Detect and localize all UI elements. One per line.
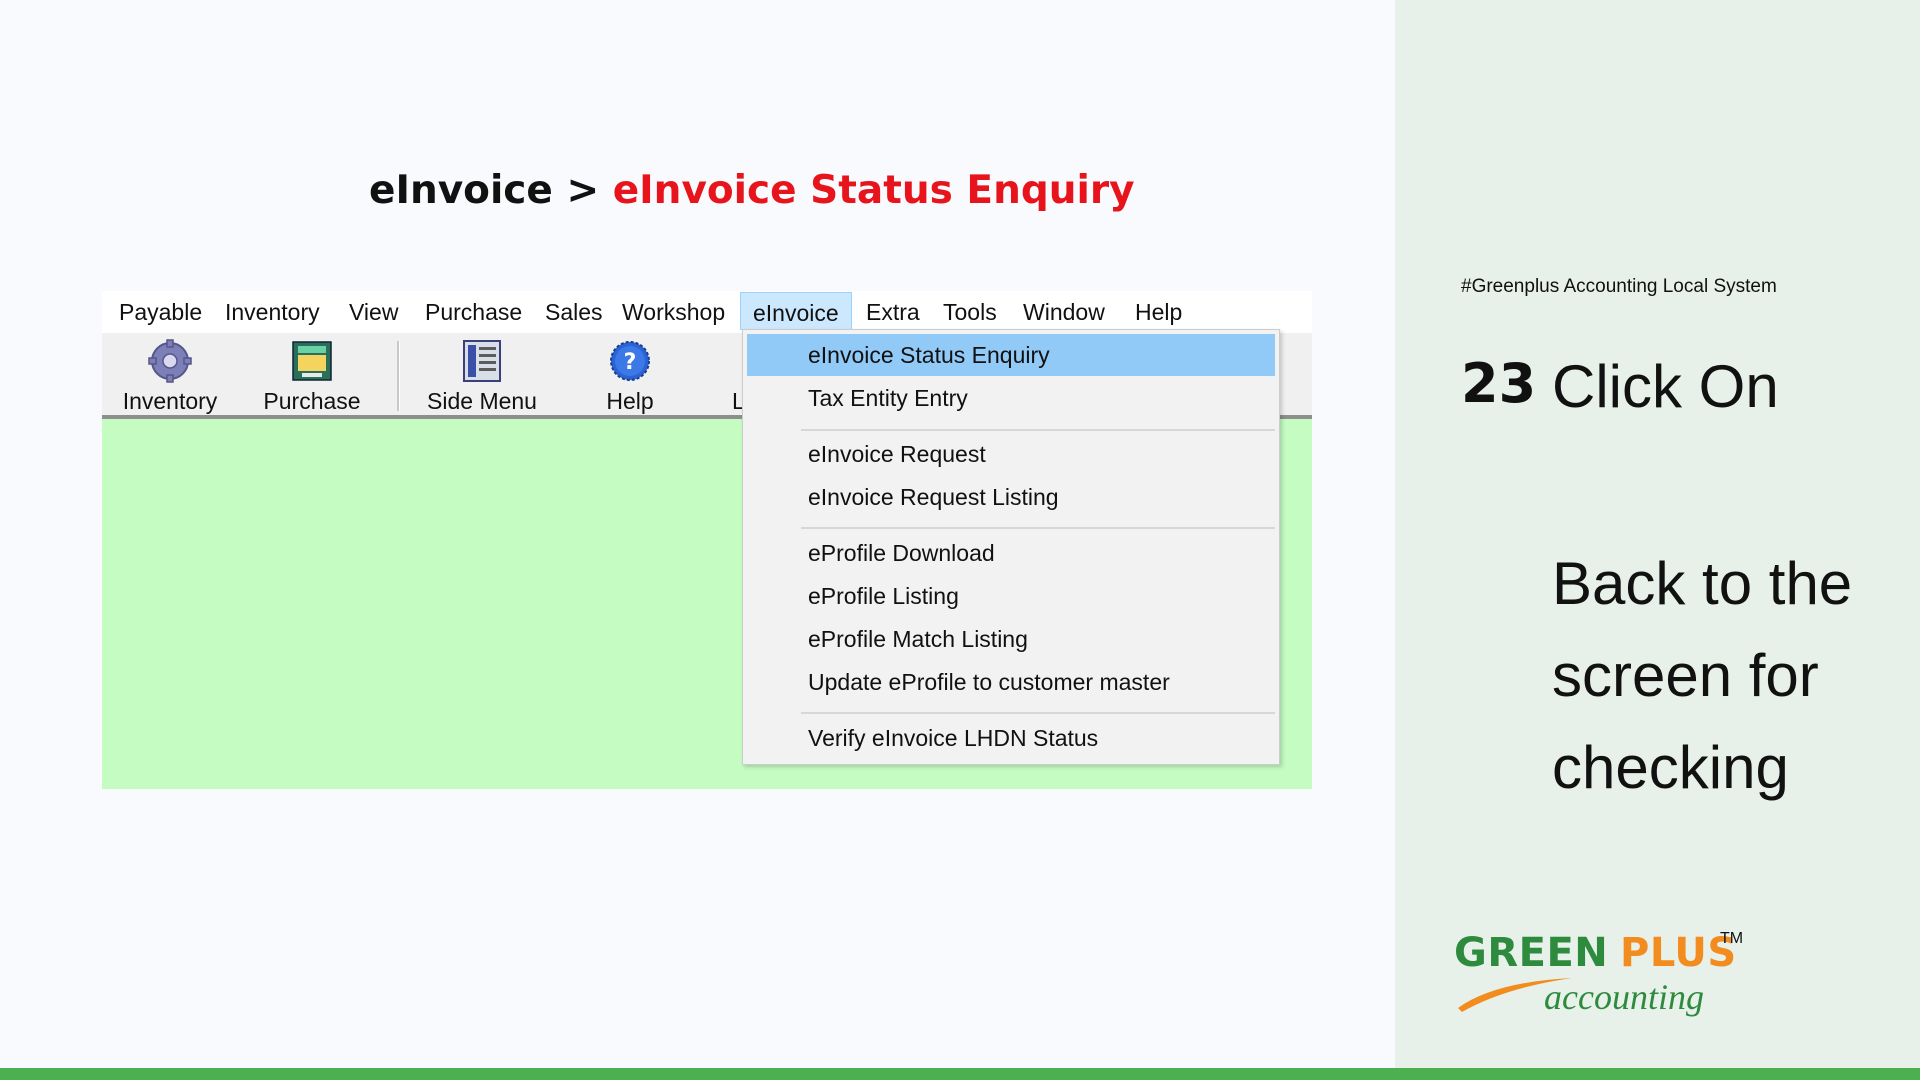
logo-trademark: TM (1720, 930, 1744, 947)
menu-item-einvoice-request[interactable]: eInvoice Request (747, 433, 1275, 475)
menu-item-label: eProfile Match Listing (808, 626, 1028, 652)
menu-einvoice-label: eInvoice (753, 300, 839, 326)
toolbar-separator (397, 341, 400, 411)
menu-bar: Payable Inventory View Purchase Sales Wo… (102, 291, 1312, 333)
menu-item-eprofile-listing[interactable]: eProfile Listing (747, 575, 1275, 617)
menu-item-tax-entity-entry[interactable]: Tax Entity Entry (747, 377, 1275, 419)
menu-item-label: eInvoice Status Enquiry (808, 342, 1050, 368)
menu-help[interactable]: Help (1135, 299, 1182, 326)
menu-item-label: Verify eInvoice LHDN Status (808, 725, 1099, 751)
instruction-panel (1395, 0, 1920, 1068)
toolbar-help-button[interactable]: ? Help (580, 333, 680, 414)
toolbar-side-menu-button[interactable]: Side Menu (412, 333, 552, 414)
menu-view[interactable]: View (349, 299, 398, 326)
app-screenshot: Payable Inventory View Purchase Sales Wo… (102, 291, 1312, 789)
toolbar-purchase-label: Purchase (263, 388, 361, 414)
menu-tools[interactable]: Tools (943, 299, 997, 326)
menu-item-eprofile-download[interactable]: eProfile Download (747, 532, 1275, 574)
step-number: 23 (1461, 352, 1537, 415)
menu-item-label: Tax Entity Entry (808, 385, 968, 411)
step-description: Back to the screen for checking (1552, 550, 1853, 801)
logo-word-green: GREEN (1454, 930, 1609, 976)
menu-workshop[interactable]: Workshop (622, 299, 725, 326)
menu-separator (801, 429, 1275, 431)
menu-item-label: eProfile Download (808, 540, 995, 566)
menu-item-label: eInvoice Request Listing (808, 484, 1059, 510)
bottom-accent-bar (0, 1068, 1920, 1080)
purchase-icon (292, 341, 332, 381)
menu-item-einvoice-status-enquiry[interactable]: eInvoice Status Enquiry (747, 334, 1275, 376)
menu-item-einvoice-request-listing[interactable]: eInvoice Request Listing (747, 476, 1275, 518)
system-tag: #Greenplus Accounting Local System (1461, 276, 1777, 297)
toolbar-help-label: Help (606, 388, 654, 414)
title-target: eInvoice Status Enquiry (612, 168, 1135, 213)
title-path: eInvoice > (369, 168, 613, 213)
einvoice-dropdown-menu: eInvoice Status Enquiry Tax Entity Entry… (742, 329, 1280, 765)
menu-item-label: eInvoice Request (808, 441, 986, 467)
menu-purchase[interactable]: Purchase (425, 299, 522, 326)
greenplus-logo: GREEN PLUS TM accounting (1454, 930, 1754, 1030)
logo-subtitle: accounting (1544, 977, 1704, 1017)
toolbar-inventory-label: Inventory (122, 388, 218, 414)
menu-item-verify-einvoice-lhdn-status[interactable]: Verify eInvoice LHDN Status (747, 717, 1275, 759)
menu-item-label: Update eProfile to customer master (808, 669, 1170, 695)
help-icon: ? (610, 341, 650, 381)
menu-item-update-eprofile[interactable]: Update eProfile to customer master (747, 661, 1275, 703)
menu-inventory[interactable]: Inventory (225, 299, 320, 326)
toolbar-inventory-button[interactable]: Inventory (110, 333, 230, 414)
menu-extra[interactable]: Extra (866, 299, 920, 326)
side-menu-icon (463, 340, 501, 382)
step-title: Click On (1552, 353, 1779, 420)
menu-sales[interactable]: Sales (545, 299, 603, 326)
page-title: eInvoice > eInvoice Status Enquiry (369, 168, 1135, 213)
svg-text:?: ? (624, 350, 637, 375)
toolbar-purchase-button[interactable]: Purchase (252, 333, 372, 414)
gear-icon (148, 339, 192, 383)
menu-separator (801, 527, 1275, 529)
menu-einvoice[interactable]: eInvoice (740, 292, 852, 330)
menu-payable[interactable]: Payable (119, 299, 202, 326)
menu-separator (801, 712, 1275, 714)
menu-item-label: eProfile Listing (808, 583, 959, 609)
menu-item-eprofile-match-listing[interactable]: eProfile Match Listing (747, 618, 1275, 660)
toolbar-side-menu-label: Side Menu (427, 388, 537, 414)
menu-window[interactable]: Window (1023, 299, 1105, 326)
